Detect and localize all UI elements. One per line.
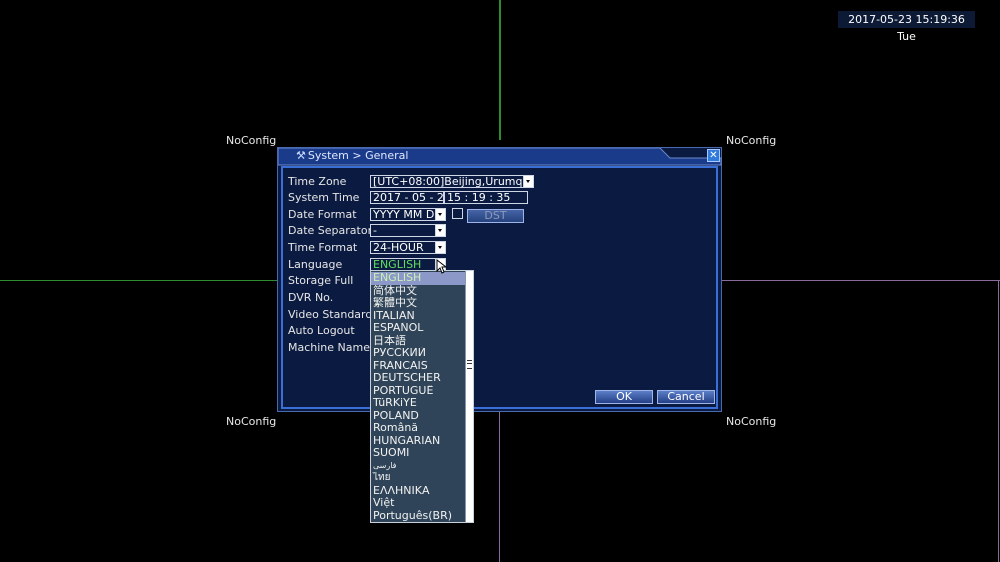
wrench-icon: ⚒ (296, 149, 306, 162)
chevron-down-icon (435, 242, 445, 253)
language-option[interactable]: SUOMI (371, 447, 465, 460)
language-option[interactable]: ITALIAN (371, 310, 465, 323)
time-format-select[interactable]: 24-HOUR (370, 241, 446, 254)
dst-checkbox[interactable] (452, 208, 463, 219)
time-format-value: 24-HOUR (373, 242, 424, 253)
system-general-dialog: ⚒ System > General ✕ Time Zone System Tim… (277, 147, 722, 412)
system-date-input[interactable]: 2017 - 05 - 23 (370, 191, 444, 204)
date-separator-select[interactable]: - (370, 224, 446, 237)
language-option[interactable]: ESPAÑOL (371, 322, 465, 335)
channel-2-status: NoConfig (726, 134, 777, 147)
language-option[interactable]: Português(BR) (371, 510, 465, 523)
language-option[interactable]: فارسی (371, 460, 465, 473)
dvr-no-label: DVR No. (288, 291, 334, 304)
chevron-down-icon (523, 176, 533, 187)
grid-line-horizontal-right (722, 280, 1000, 281)
language-option[interactable]: TüRKiYE (371, 397, 465, 410)
language-value: ENGLISH (373, 259, 422, 270)
ok-button[interactable]: OK (595, 390, 653, 404)
auto-logout-label: Auto Logout (288, 324, 355, 337)
language-option[interactable]: FRANCAIS (371, 360, 465, 373)
cancel-button[interactable]: Cancel (657, 390, 715, 404)
language-option[interactable]: DEUTSCHER (371, 372, 465, 385)
date-format-value: YYYY MM DD (373, 209, 435, 220)
scroll-grip-icon[interactable] (467, 360, 472, 369)
language-option[interactable]: 日本語 (371, 335, 465, 348)
close-icon: ✕ (709, 150, 718, 161)
language-options-list: ENGLISH 简体中文 繁體中文 ITALIAN ESPAÑOL 日本語 РУССКИЙ F… (371, 272, 465, 522)
system-time-label: System Time (288, 191, 360, 204)
language-option[interactable]: PORTUGUÊ (371, 385, 465, 398)
language-label: Language (288, 258, 343, 271)
grid-line-horizontal-left (0, 280, 277, 281)
grid-line-vertical-top (499, 0, 501, 140)
date-separator-label: Date Separator (288, 224, 373, 237)
system-clock: 2017-05-23 15:19:36 Tue (838, 11, 975, 43)
system-time-value: 15 : 19 : 35 (447, 191, 511, 204)
language-option[interactable]: Việt (371, 497, 465, 510)
system-date-value: 2017 - 05 - 23 (373, 191, 444, 204)
machine-name-label: Machine Name (288, 341, 370, 354)
system-time-input[interactable]: 15 : 19 : 35 (444, 191, 528, 204)
dialog-title-text: System > General (307, 149, 409, 162)
chevron-down-icon (435, 209, 445, 220)
time-zone-value: [UTC+08:00]Beijing,Urumqi,Ta (373, 176, 523, 187)
dialog-title: ⚒ System > General (296, 149, 408, 163)
time-zone-label: Time Zone (288, 175, 347, 188)
language-option[interactable]: ΕΛΛΗΝΙΚΑ (371, 485, 465, 498)
close-button[interactable]: ✕ (707, 149, 720, 162)
language-option[interactable]: HUNGARIAN (371, 435, 465, 448)
video-standard-label: Video Standard (288, 308, 373, 321)
channel-1-status: NoConfig (226, 134, 277, 147)
date-format-select[interactable]: YYYY MM DD (370, 208, 446, 221)
language-option[interactable]: 简体中文 (371, 285, 465, 298)
grid-line-vertical-bottom (499, 412, 500, 562)
date-format-label: Date Format (288, 208, 357, 221)
language-option[interactable]: 繁體中文 (371, 297, 465, 310)
time-zone-select[interactable]: [UTC+08:00]Beijing,Urumqi,Ta (370, 175, 534, 188)
mouse-cursor-icon (436, 259, 448, 274)
time-format-label: Time Format (288, 241, 358, 254)
language-option[interactable]: ENGLISH (371, 272, 465, 285)
dst-button[interactable]: DST (467, 209, 524, 223)
language-option[interactable]: ไทย (371, 472, 465, 485)
language-option[interactable]: РУССКИЙ (371, 347, 465, 360)
language-option[interactable]: POLAND (371, 410, 465, 423)
dropdown-scrollbar[interactable] (465, 271, 473, 522)
grid-line-right-edge (998, 280, 999, 562)
storage-full-label: Storage Full (288, 274, 354, 287)
chevron-down-icon (435, 225, 445, 236)
language-dropdown[interactable]: ENGLISH 简体中文 繁體中文 ITALIAN ESPAÑOL 日本語 РУССКИЙ F… (370, 270, 474, 523)
language-option[interactable]: Română (371, 422, 465, 435)
channel-3-status: NoConfig (226, 415, 277, 428)
date-separator-value: - (373, 225, 377, 236)
channel-4-status: NoConfig (726, 415, 777, 428)
